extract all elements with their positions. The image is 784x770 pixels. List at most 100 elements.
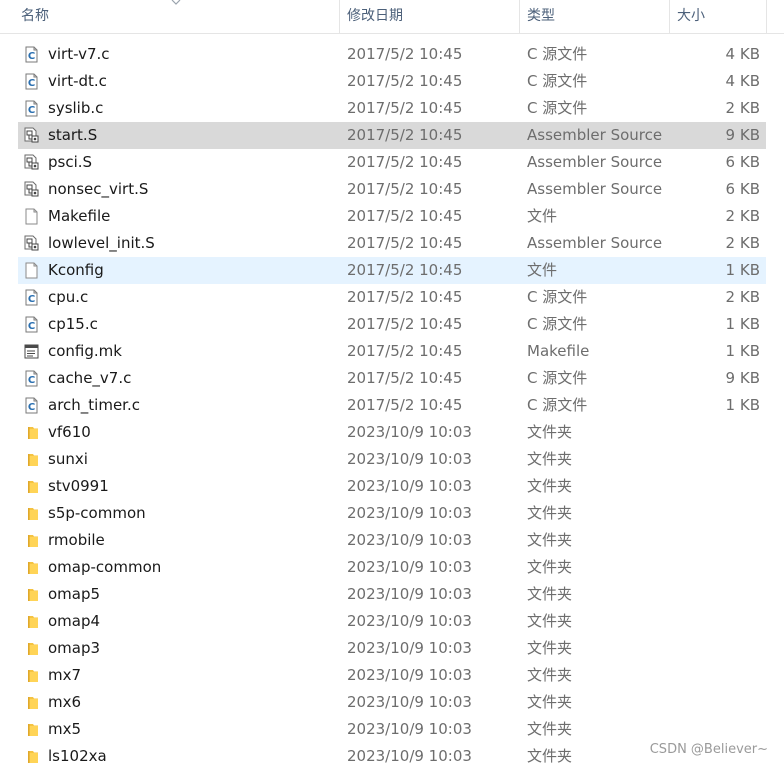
file-type: 文件夹 [527,558,573,576]
sort-chevron-icon[interactable] [171,0,181,5]
c-file-icon: C [23,316,40,333]
file-name: nonsec_virt.S [48,180,149,198]
blank-file-icon [23,208,40,225]
file-name: cache_v7.c [48,369,132,387]
modified-date: 2017/5/2 10:45 [347,207,463,225]
folder-row[interactable]: omap5 2023/10/9 10:03 文件夹 [18,581,766,608]
c-file-icon: C [23,46,40,63]
file-name: lowlevel_init.S [48,234,155,252]
folder-row[interactable]: stv0991 2023/10/9 10:03 文件夹 [18,473,766,500]
blank-file-icon [23,262,40,279]
file-row[interactable]: Cvirt-v7.c 2017/5/2 10:45 C 源文件 4 KB [18,41,766,68]
folder-row[interactable]: mx6 2023/10/9 10:03 文件夹 [18,689,766,716]
file-type: 文件夹 [527,585,573,603]
file-row[interactable]: Cvirt-dt.c 2017/5/2 10:45 C 源文件 4 KB [18,68,766,95]
assembler-file-icon [23,127,40,144]
column-divider[interactable] [519,0,520,33]
c-file-icon: C [23,397,40,414]
column-header-name[interactable]: 名称 [21,0,49,33]
file-size: 6 KB [725,180,760,198]
column-header-size[interactable]: 大小 [677,0,705,33]
file-size: 4 KB [725,45,760,63]
svg-text:C: C [28,321,35,332]
column-divider[interactable] [669,0,670,33]
file-type: C 源文件 [527,288,588,306]
file-name: virt-v7.c [48,45,110,63]
folder-icon [23,694,40,711]
column-header-bar: 名称 修改日期 类型 大小 [0,0,784,34]
folder-row[interactable]: s5p-common 2023/10/9 10:03 文件夹 [18,500,766,527]
file-size: 1 KB [725,315,760,333]
file-size: 1 KB [725,396,760,414]
file-name: sunxi [48,450,88,468]
modified-date: 2023/10/9 10:03 [347,747,472,765]
file-size: 9 KB [725,126,760,144]
file-type: 文件夹 [527,504,573,522]
folder-row[interactable]: mx7 2023/10/9 10:03 文件夹 [18,662,766,689]
folder-icon [23,640,40,657]
modified-date: 2017/5/2 10:45 [347,234,463,252]
column-divider[interactable] [766,0,767,33]
file-row[interactable]: Makefile 2017/5/2 10:45 文件 2 KB [18,203,766,230]
file-name: mx6 [48,693,82,711]
file-size: 1 KB [725,342,760,360]
folder-row[interactable]: omap-common 2023/10/9 10:03 文件夹 [18,554,766,581]
modified-date: 2023/10/9 10:03 [347,666,472,684]
file-type: C 源文件 [527,396,588,414]
file-type: 文件 [527,207,558,225]
file-size: 2 KB [725,99,760,117]
modified-date: 2017/5/2 10:45 [347,99,463,117]
file-row[interactable]: Csyslib.c 2017/5/2 10:45 C 源文件 2 KB [18,95,766,122]
file-type: 文件夹 [527,666,573,684]
folder-icon [23,586,40,603]
file-type: 文件夹 [527,531,573,549]
file-row[interactable]: Ccp15.c 2017/5/2 10:45 C 源文件 1 KB [18,311,766,338]
file-row[interactable]: Ccpu.c 2017/5/2 10:45 C 源文件 2 KB [18,284,766,311]
file-row[interactable]: nonsec_virt.S 2017/5/2 10:45 Assembler Sou… [18,176,766,203]
file-name: arch_timer.c [48,396,140,414]
file-type: Assembler Source [527,180,663,198]
file-row[interactable]: Kconfig 2017/5/2 10:45 文件 1 KB [18,257,766,284]
file-name: omap3 [48,639,101,657]
c-file-icon: C [23,370,40,387]
folder-row[interactable]: vf610 2023/10/9 10:03 文件夹 [18,419,766,446]
modified-date: 2023/10/9 10:03 [347,504,472,522]
file-row[interactable]: start.S 2017/5/2 10:45 Assembler Source 9 K… [18,122,766,149]
file-name: start.S [48,126,98,144]
folder-icon [23,667,40,684]
file-row[interactable]: Ccache_v7.c 2017/5/2 10:45 C 源文件 9 KB [18,365,766,392]
folder-row[interactable]: mx5 2023/10/9 10:03 文件夹 [18,716,766,743]
file-type: C 源文件 [527,72,588,90]
file-type: 文件 [527,261,558,279]
file-type: C 源文件 [527,369,588,387]
column-header-date[interactable]: 修改日期 [347,0,403,33]
file-row[interactable]: psci.S 2017/5/2 10:45 Assembler Source 6 KB [18,149,766,176]
folder-icon [23,424,40,441]
file-name: virt-dt.c [48,72,107,90]
assembler-file-icon [23,235,40,252]
modified-date: 2023/10/9 10:03 [347,477,472,495]
file-name: cp15.c [48,315,98,333]
file-type: 文件夹 [527,450,573,468]
file-row[interactable]: lowlevel_init.S 2017/5/2 10:45 Assembler S… [18,230,766,257]
file-row[interactable]: Carch_timer.c 2017/5/2 10:45 C 源文件 1 KB [18,392,766,419]
folder-row[interactable]: rmobile 2023/10/9 10:03 文件夹 [18,527,766,554]
svg-text:C: C [28,105,35,116]
c-file-icon: C [23,73,40,90]
file-row[interactable]: config.mk 2017/5/2 10:45 Makefile 1 KB [18,338,766,365]
folder-icon [23,478,40,495]
modified-date: 2023/10/9 10:03 [347,639,472,657]
folder-icon [23,451,40,468]
column-divider[interactable] [339,0,340,33]
file-type: 文件夹 [527,747,573,765]
folder-row[interactable]: omap4 2023/10/9 10:03 文件夹 [18,608,766,635]
file-type: Assembler Source [527,126,663,144]
folder-row[interactable]: sunxi 2023/10/9 10:03 文件夹 [18,446,766,473]
modified-date: 2017/5/2 10:45 [347,369,463,387]
modified-date: 2023/10/9 10:03 [347,423,472,441]
modified-date: 2017/5/2 10:45 [347,396,463,414]
modified-date: 2017/5/2 10:45 [347,180,463,198]
file-size: 4 KB [725,72,760,90]
folder-row[interactable]: omap3 2023/10/9 10:03 文件夹 [18,635,766,662]
column-header-type[interactable]: 类型 [527,0,555,33]
